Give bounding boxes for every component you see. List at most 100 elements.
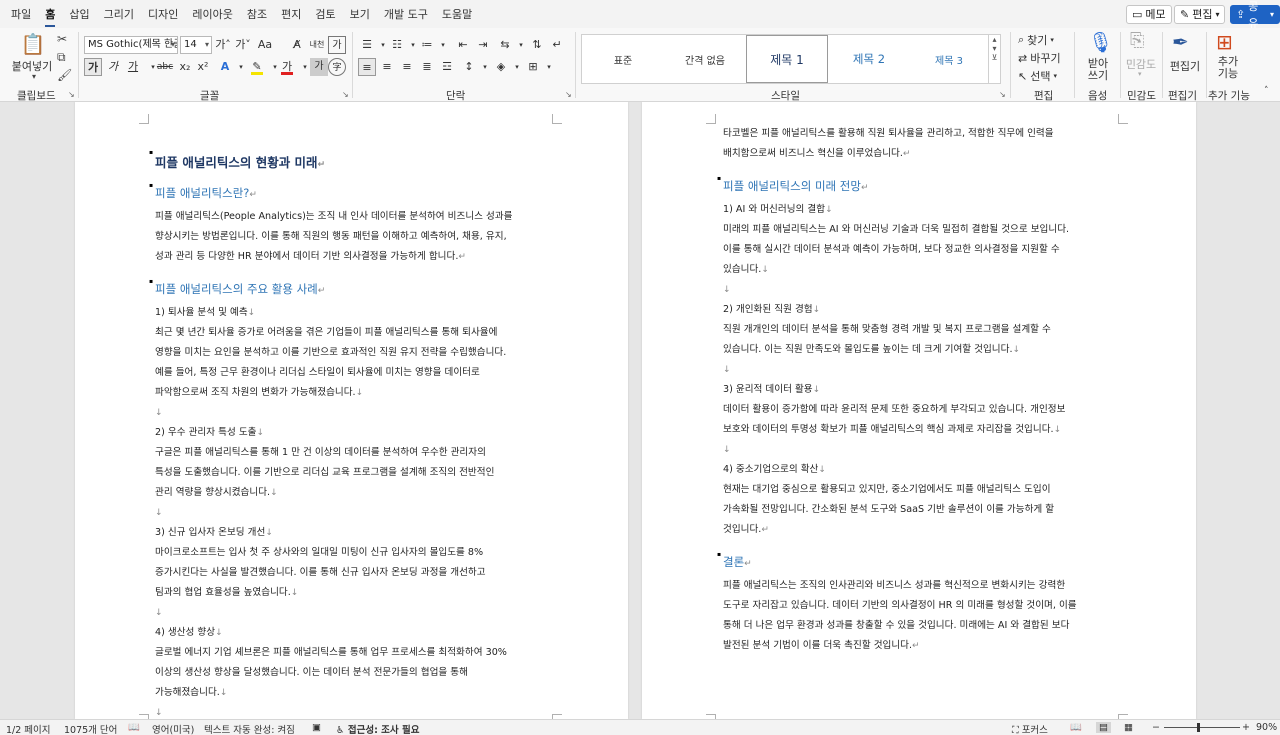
text-predictions[interactable]: 텍스트 자동 완성: 켜짐 [204, 722, 295, 735]
style-no-spacing[interactable]: 간격 없음 [664, 35, 746, 83]
font-color-button[interactable]: 가 [278, 58, 296, 76]
enclose-char-icon[interactable]: 字 [328, 58, 346, 76]
shrink-font-button[interactable]: 가˅ [234, 36, 252, 54]
zoom-level[interactable]: 90% [1256, 722, 1277, 733]
paragraph-what-is[interactable]: 피플 애널리틱스(People Analytics)는 조직 내 인사 데이터를… [155, 207, 625, 267]
editor-icon[interactable]: ✒ [1172, 30, 1189, 54]
macro-icon[interactable]: ▣ [312, 722, 321, 733]
font-name-select[interactable]: MS Gothic(제목 한글 ▾ [84, 36, 178, 54]
highlight-icon[interactable]: ✎ [248, 58, 266, 76]
increase-indent-icon[interactable]: ⇥ [474, 36, 492, 54]
subscript-button[interactable]: x₂ [176, 58, 194, 76]
gallery-scroll[interactable]: ▴ ▾ ⊻ [988, 35, 1000, 83]
align-right-button[interactable]: ≡ [398, 58, 416, 76]
zoom-out-icon[interactable]: − [1152, 722, 1160, 733]
paragraph-use-cases[interactable]: 1) 퇴사율 분석 및 예측↓ 최근 몇 년간 퇴사율 증가로 어려움을 겪은 기… [155, 303, 625, 719]
paste-icon[interactable]: 📋 [20, 32, 46, 58]
clear-format-icon[interactable]: A̸ [288, 36, 306, 54]
sensitivity-icon[interactable]: ⎘ [1130, 30, 1144, 51]
chevron-down-icon[interactable]: ▾ [540, 58, 558, 76]
language[interactable]: 영어(미국) [152, 722, 194, 735]
menu-tab[interactable]: 보기 [343, 6, 377, 24]
menu-tab[interactable]: 홈 [38, 6, 62, 27]
collapse-ribbon-icon[interactable]: ˄ [1264, 86, 1269, 96]
cut-icon[interactable]: ✂ [57, 32, 67, 46]
web-layout-icon[interactable]: ▦ [1124, 722, 1133, 733]
proofing-icon[interactable]: 📖 [128, 722, 140, 733]
show-marks-icon[interactable]: ↵ [548, 36, 566, 54]
char-shading-icon[interactable]: 가 [310, 58, 328, 76]
zoom-slider[interactable] [1164, 727, 1240, 728]
justify-button[interactable]: ≣ [418, 58, 436, 76]
style-heading-1[interactable]: 제목 1 [746, 35, 828, 83]
page-count[interactable]: 1/2 페이지 [6, 722, 51, 735]
microphone-icon[interactable]: 🎙 [1088, 30, 1113, 54]
align-center-button[interactable]: ≡ [378, 58, 396, 76]
editor-button[interactable]: 편집기 [1166, 58, 1204, 74]
decrease-indent-icon[interactable]: ⇤ [454, 36, 472, 54]
memo-button[interactable]: ▭ 메모 [1126, 5, 1172, 24]
heading-what-is[interactable]: 피플 애널리틱스란?↵ [149, 182, 625, 201]
page-2[interactable]: 타코벨은 피플 애널리틱스를 활용해 직원 퇴사율을 관리하고, 적합한 직무에… [642, 102, 1196, 719]
menu-tab[interactable]: 디자인 [141, 6, 185, 24]
menu-tab[interactable]: 도움말 [435, 6, 479, 24]
font-launcher-icon[interactable]: ↘ [342, 90, 349, 99]
focus-button[interactable]: ⛶ 포커스 [1012, 722, 1048, 735]
bold-button[interactable]: 가 [84, 58, 102, 76]
superscript-button[interactable]: x² [194, 58, 212, 76]
paragraph-continued[interactable]: 타코벨은 피플 애널리틱스를 활용해 직원 퇴사율을 관리하고, 적합한 직무에… [723, 124, 1193, 164]
replace-button[interactable]: ⇄ 바꾸기 [1018, 50, 1068, 66]
char-border-icon[interactable]: 가 [328, 36, 346, 54]
menu-tab[interactable]: 삽입 [62, 6, 96, 24]
zoom-in-icon[interactable]: + [1242, 722, 1250, 733]
style-normal[interactable]: 표준 [582, 35, 664, 83]
clipboard-launcher-icon[interactable]: ↘ [68, 90, 75, 99]
chevron-up-icon[interactable]: ▴ [989, 35, 1000, 44]
heading-use-cases[interactable]: 피플 애널리틱스의 주요 활용 사례↵ [149, 278, 625, 297]
align-left-button[interactable]: ≡ [358, 58, 376, 76]
strikethrough-button[interactable]: abc [154, 58, 176, 76]
change-case-button[interactable]: Aa [256, 36, 274, 54]
copy-icon[interactable]: ⧉ [57, 50, 66, 65]
font-size-select[interactable]: 14 ▾ [180, 36, 212, 54]
zoom-slider-thumb[interactable] [1197, 723, 1200, 732]
gallery-more-icon[interactable]: ⊻ [989, 53, 1000, 62]
read-mode-icon[interactable]: 📖 [1070, 722, 1082, 733]
chevron-down-icon[interactable]: ▾ [1138, 70, 1142, 78]
underline-button[interactable]: 가 [124, 58, 142, 76]
addins-button[interactable]: 추가 기능 [1210, 56, 1246, 80]
menu-tab[interactable]: 그리기 [97, 6, 141, 24]
page-1[interactable]: 피플 애널리틱스의 현황과 미래↵ 피플 애널리틱스란?↵ 피플 애널리틱스(P… [75, 102, 628, 719]
styles-launcher-icon[interactable]: ↘ [999, 90, 1006, 99]
menu-tab[interactable]: 파일 [4, 6, 38, 24]
paragraph-launcher-icon[interactable]: ↘ [565, 90, 572, 99]
accessibility-status[interactable]: ♿ 접근성: 조사 필요 [336, 722, 419, 735]
dictate-button[interactable]: 받아 쓰기 [1080, 58, 1116, 82]
menu-tab[interactable]: 편지 [274, 6, 308, 24]
sort-icon[interactable]: ⇅ [528, 36, 546, 54]
heading-future[interactable]: 피플 애널리틱스의 미래 전망↵ [717, 175, 1193, 194]
distributed-icon[interactable]: ☲ [438, 58, 456, 76]
chevron-down-icon[interactable]: ▾ [32, 72, 36, 81]
find-button[interactable]: ⌕ 찾기 ▾ [1018, 32, 1068, 48]
paragraph-conclusion[interactable]: 피플 애널리틱스는 조직의 인사관리와 비즈니스 성과를 혁신적으로 변화시키는… [723, 576, 1193, 656]
share-button[interactable]: ⇪ 공유 ▾ [1230, 0, 1280, 30]
addins-icon[interactable]: ⊞ [1216, 30, 1233, 54]
select-button[interactable]: ↖ 선택 ▾ [1018, 68, 1068, 84]
menu-tab[interactable]: 참조 [240, 6, 274, 24]
print-layout-icon[interactable]: ▤ [1096, 722, 1111, 733]
paragraph-future[interactable]: 1) AI 와 머신러닝의 결합↓ 미래의 피플 애널리틱스는 AI 와 머신러닝… [723, 200, 1193, 540]
edit-mode-button[interactable]: ✎ 편집 ▾ [1174, 5, 1226, 24]
menu-tab[interactable]: 개발 도구 [377, 6, 435, 24]
style-heading-2[interactable]: 제목 2 [828, 35, 910, 83]
format-painter-icon[interactable]: 🖌 [57, 68, 72, 82]
menu-tab[interactable]: 레이아웃 [185, 6, 239, 24]
menu-tab[interactable]: 검토 [308, 6, 342, 24]
grow-font-button[interactable]: 가˄ [214, 36, 232, 54]
style-heading-3[interactable]: 제목 3 [910, 35, 988, 83]
chevron-down-icon[interactable]: ▾ [434, 36, 452, 54]
italic-button[interactable]: 가 [104, 58, 122, 76]
chevron-down-icon[interactable]: ▾ [989, 44, 1000, 53]
phonetic-guide-icon[interactable]: 내천 [308, 36, 326, 54]
document-title[interactable]: 피플 애널리틱스의 현황과 미래↵ [149, 149, 625, 171]
